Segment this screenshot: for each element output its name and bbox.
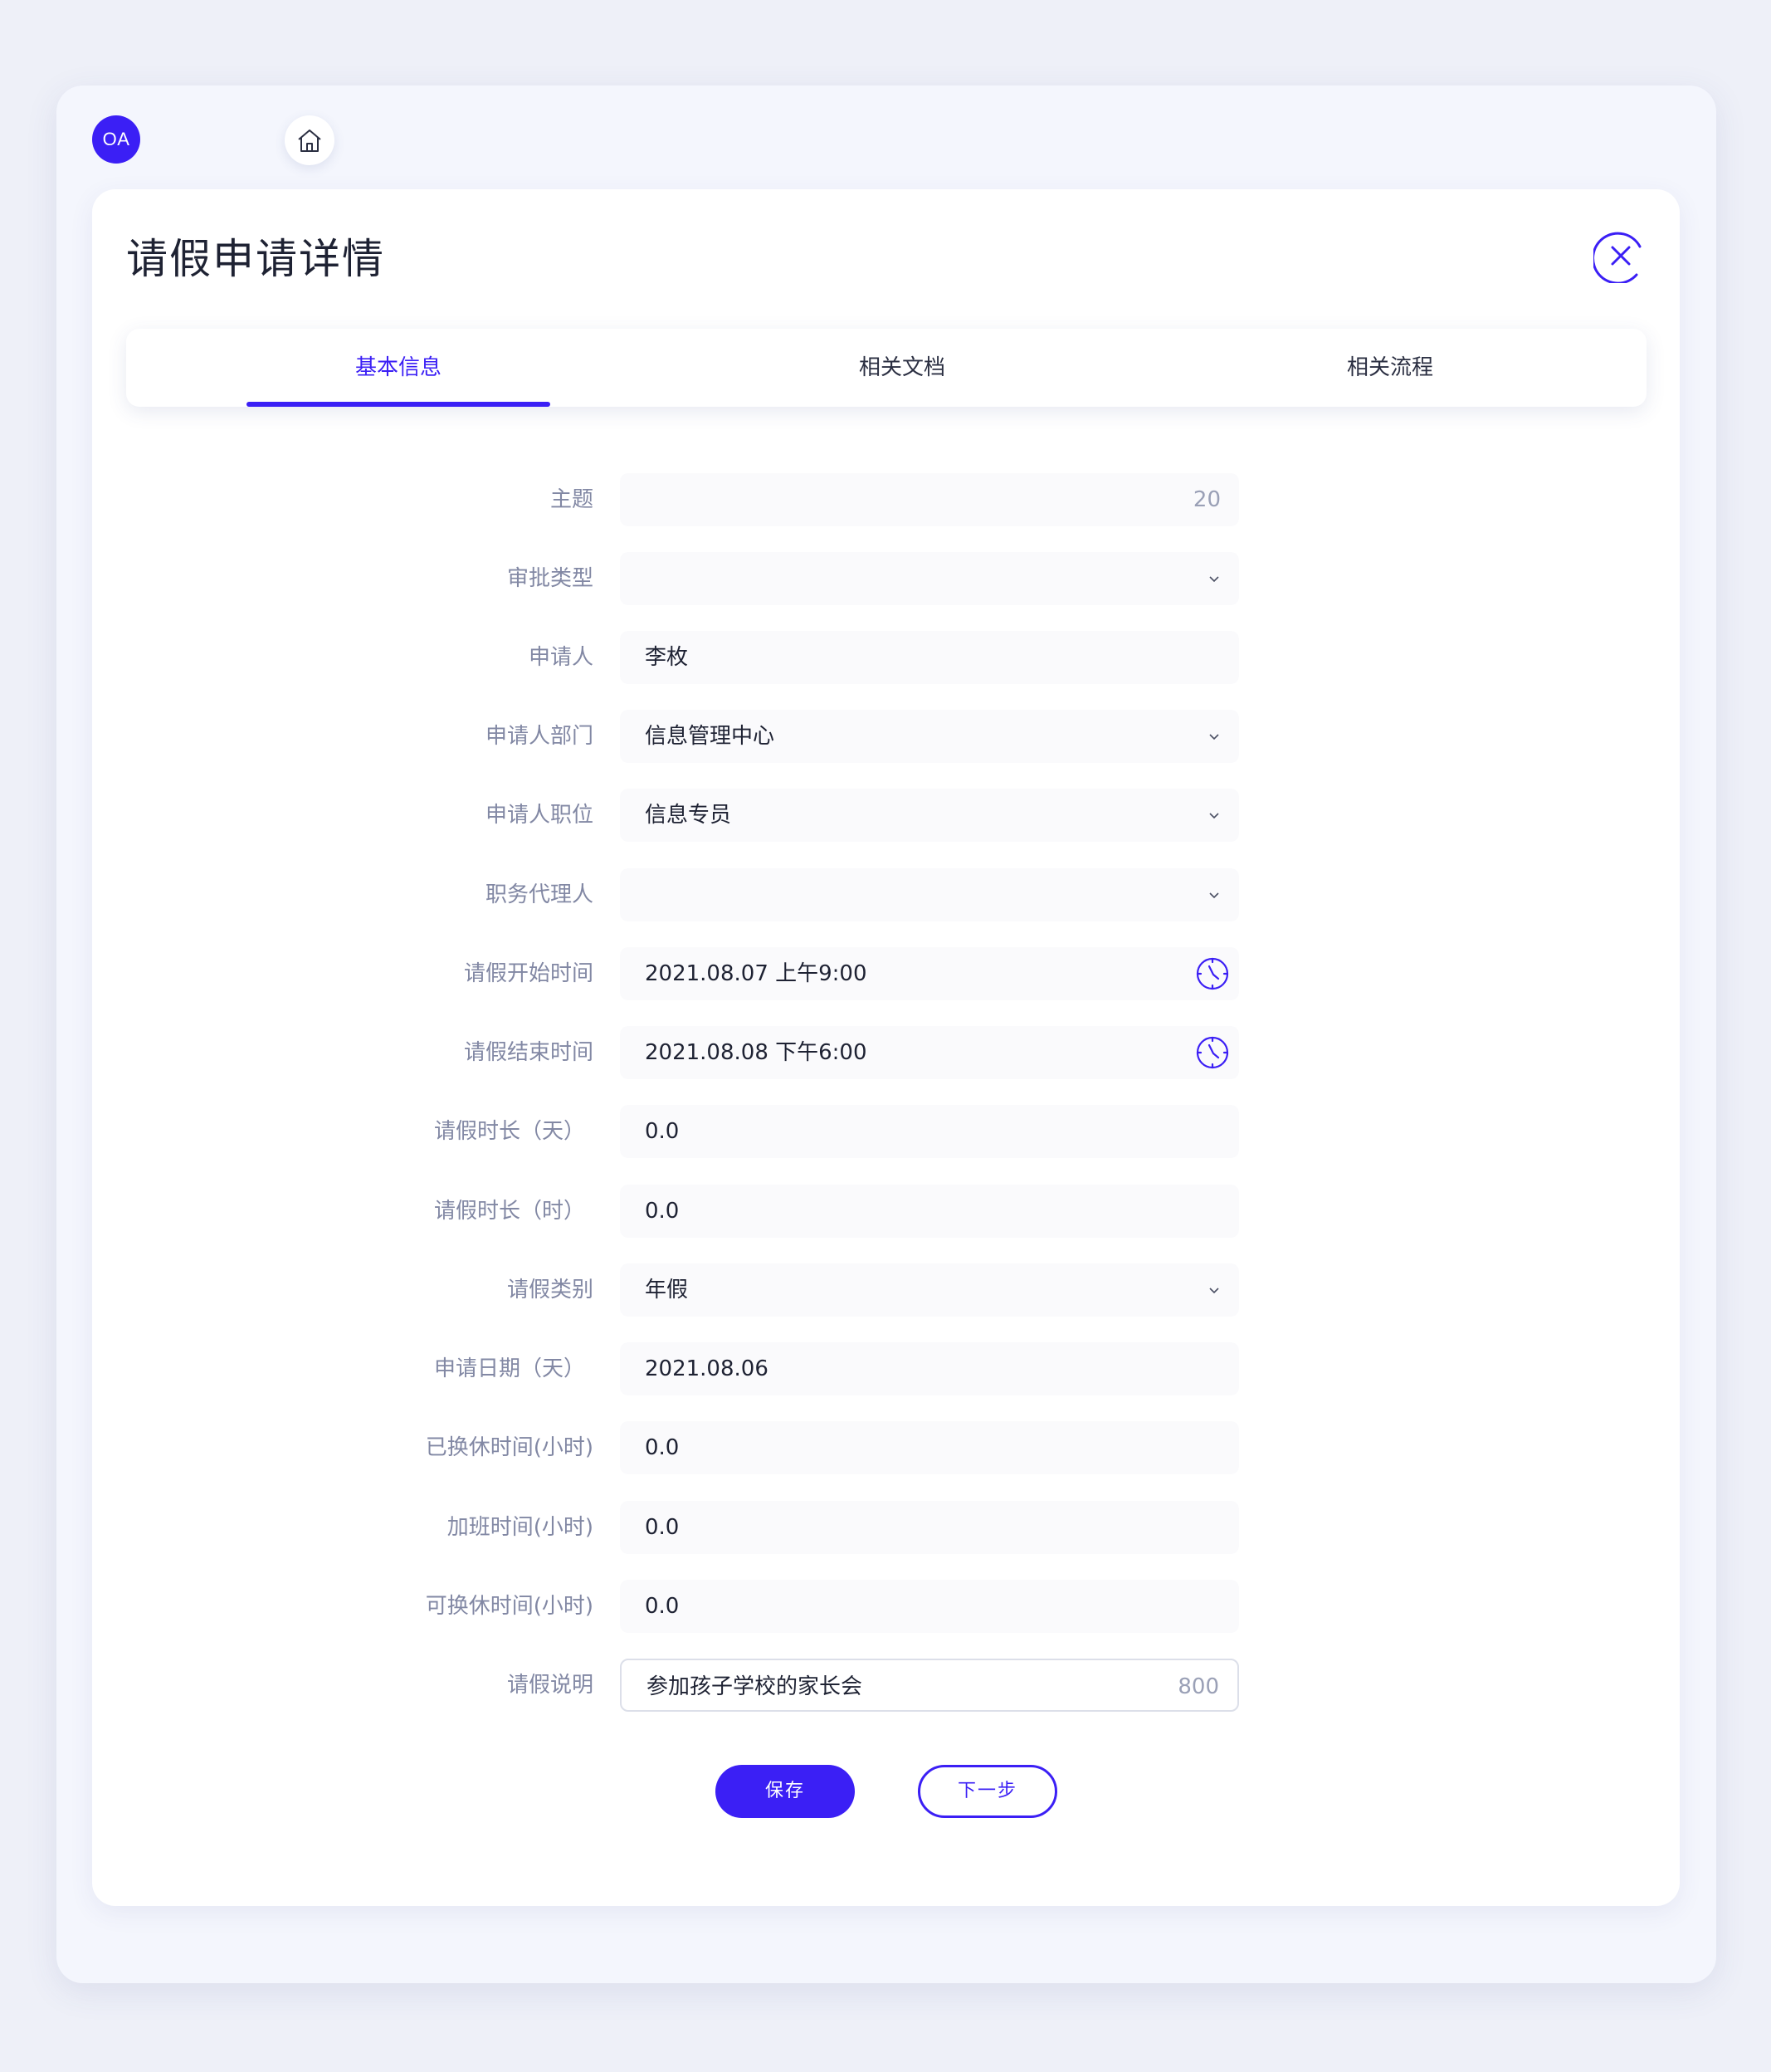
field-label: 审批类型 — [506, 566, 593, 591]
available-hours-input[interactable]: 0.0 — [620, 1580, 1239, 1633]
field-value: 2021.08.08 下午6:00 — [645, 1040, 867, 1065]
leave-type-select[interactable]: 年假 — [620, 1263, 1239, 1317]
home-button[interactable] — [285, 115, 334, 165]
field-label: 加班时间(小时) — [446, 1515, 593, 1540]
end-time-picker[interactable]: 2021.08.08 下午6:00 — [620, 1026, 1239, 1079]
chevron-down-icon — [1209, 1288, 1219, 1294]
field-value: 年假 — [645, 1278, 689, 1302]
overtime-hours-input[interactable]: 0.0 — [620, 1501, 1239, 1554]
home-icon — [298, 130, 321, 152]
form-row-approval-type: 审批类型 — [0, 552, 1771, 605]
field-value: 2021.08.06 — [645, 1356, 768, 1381]
form-row-swapped-hours: 已换休时间(小时) 0.0 — [0, 1421, 1771, 1474]
char-counter: 20 — [1193, 487, 1221, 512]
form-row-applicant: 申请人 李枚 — [0, 631, 1771, 684]
chevron-down-icon — [1209, 892, 1219, 899]
field-label: 申请日期（天） — [433, 1356, 585, 1381]
next-step-button[interactable]: 下一步 — [918, 1765, 1057, 1818]
apply-date-input[interactable]: 2021.08.06 — [620, 1342, 1239, 1395]
start-time-picker[interactable]: 2021.08.07 上午9:00 — [620, 947, 1239, 1000]
tab-bar: 基本信息 相关文档 相关流程 — [126, 329, 1647, 407]
chevron-down-icon — [1209, 576, 1219, 583]
field-label: 申请人 — [528, 645, 593, 670]
field-label: 申请人部门 — [485, 724, 593, 749]
field-label: 申请人职位 — [485, 803, 593, 828]
field-value: 信息专员 — [645, 803, 732, 828]
chevron-down-icon — [1209, 734, 1219, 740]
form-row-start-time: 请假开始时间 2021.08.07 上午9:00 — [0, 947, 1771, 1000]
close-button[interactable] — [1593, 228, 1648, 283]
duration-days-input[interactable]: 0.0 — [620, 1105, 1239, 1158]
field-label: 请假结束时间 — [463, 1040, 593, 1065]
field-label: 请假时长（天） — [433, 1119, 585, 1144]
field-value: 0.0 — [645, 1594, 680, 1619]
field-label: 职务代理人 — [485, 882, 593, 907]
deputy-select[interactable] — [620, 868, 1239, 921]
field-value: 李枚 — [645, 645, 689, 670]
form-row-end-time: 请假结束时间 2021.08.08 下午6:00 — [0, 1026, 1771, 1079]
field-label: 主题 — [549, 487, 593, 512]
form-row-description: 请假说明 参加孩子学校的家长会 800 — [0, 1659, 1771, 1712]
approval-type-select[interactable] — [620, 552, 1239, 605]
save-button[interactable]: 保存 — [715, 1765, 855, 1818]
form-row-duration-days: 请假时长（天） 0.0 — [0, 1105, 1771, 1158]
page-title: 请假申请详情 — [126, 235, 385, 283]
department-select[interactable]: 信息管理中心 — [620, 710, 1239, 763]
field-label: 请假开始时间 — [463, 961, 593, 986]
field-label: 请假时长（时） — [433, 1199, 585, 1224]
position-select[interactable]: 信息专员 — [620, 789, 1239, 842]
chevron-down-icon — [1209, 813, 1219, 819]
field-value: 信息管理中心 — [645, 724, 775, 749]
tab-related-process[interactable]: 相关流程 — [1238, 329, 1542, 407]
description-input[interactable]: 参加孩子学校的家长会 800 — [620, 1659, 1239, 1712]
oa-logo[interactable]: OA — [92, 115, 140, 164]
swapped-hours-input[interactable]: 0.0 — [620, 1421, 1239, 1474]
field-value: 0.0 — [645, 1199, 680, 1224]
applicant-input[interactable]: 李枚 — [620, 631, 1239, 684]
form-row-deputy: 职务代理人 — [0, 868, 1771, 921]
tab-related-docs[interactable]: 相关文档 — [750, 329, 1054, 407]
char-counter: 800 — [1178, 1674, 1219, 1699]
field-value: 0.0 — [645, 1515, 680, 1540]
field-label: 可换休时间(小时) — [425, 1594, 593, 1619]
form-row-duration-hours: 请假时长（时） 0.0 — [0, 1185, 1771, 1238]
field-value: 0.0 — [645, 1435, 680, 1460]
field-label: 已换休时间(小时) — [425, 1435, 593, 1460]
form-row-position: 申请人职位 信息专员 — [0, 789, 1771, 842]
form-row-leave-type: 请假类别 年假 — [0, 1263, 1771, 1317]
clock-icon[interactable] — [1195, 956, 1230, 991]
tab-basic-info[interactable]: 基本信息 — [246, 329, 550, 407]
form-row-apply-date: 申请日期（天） 2021.08.06 — [0, 1342, 1771, 1395]
clock-icon[interactable] — [1195, 1035, 1230, 1070]
field-label: 请假类别 — [506, 1278, 593, 1302]
subject-input[interactable]: 20 — [620, 473, 1239, 526]
form-row-overtime-hours: 加班时间(小时) 0.0 — [0, 1501, 1771, 1554]
field-value: 2021.08.07 上午9:00 — [645, 961, 867, 986]
close-circle-icon — [1593, 232, 1642, 283]
field-value: 0.0 — [645, 1119, 680, 1144]
form-row-available-hours: 可换休时间(小时) 0.0 — [0, 1580, 1771, 1633]
field-value: 参加孩子学校的家长会 — [646, 1674, 863, 1699]
active-tab-indicator — [246, 402, 550, 407]
duration-hours-input[interactable]: 0.0 — [620, 1185, 1239, 1238]
form-row-department: 申请人部门 信息管理中心 — [0, 710, 1771, 763]
field-label: 请假说明 — [506, 1673, 593, 1698]
form-row-subject: 主题 20 — [0, 473, 1771, 526]
